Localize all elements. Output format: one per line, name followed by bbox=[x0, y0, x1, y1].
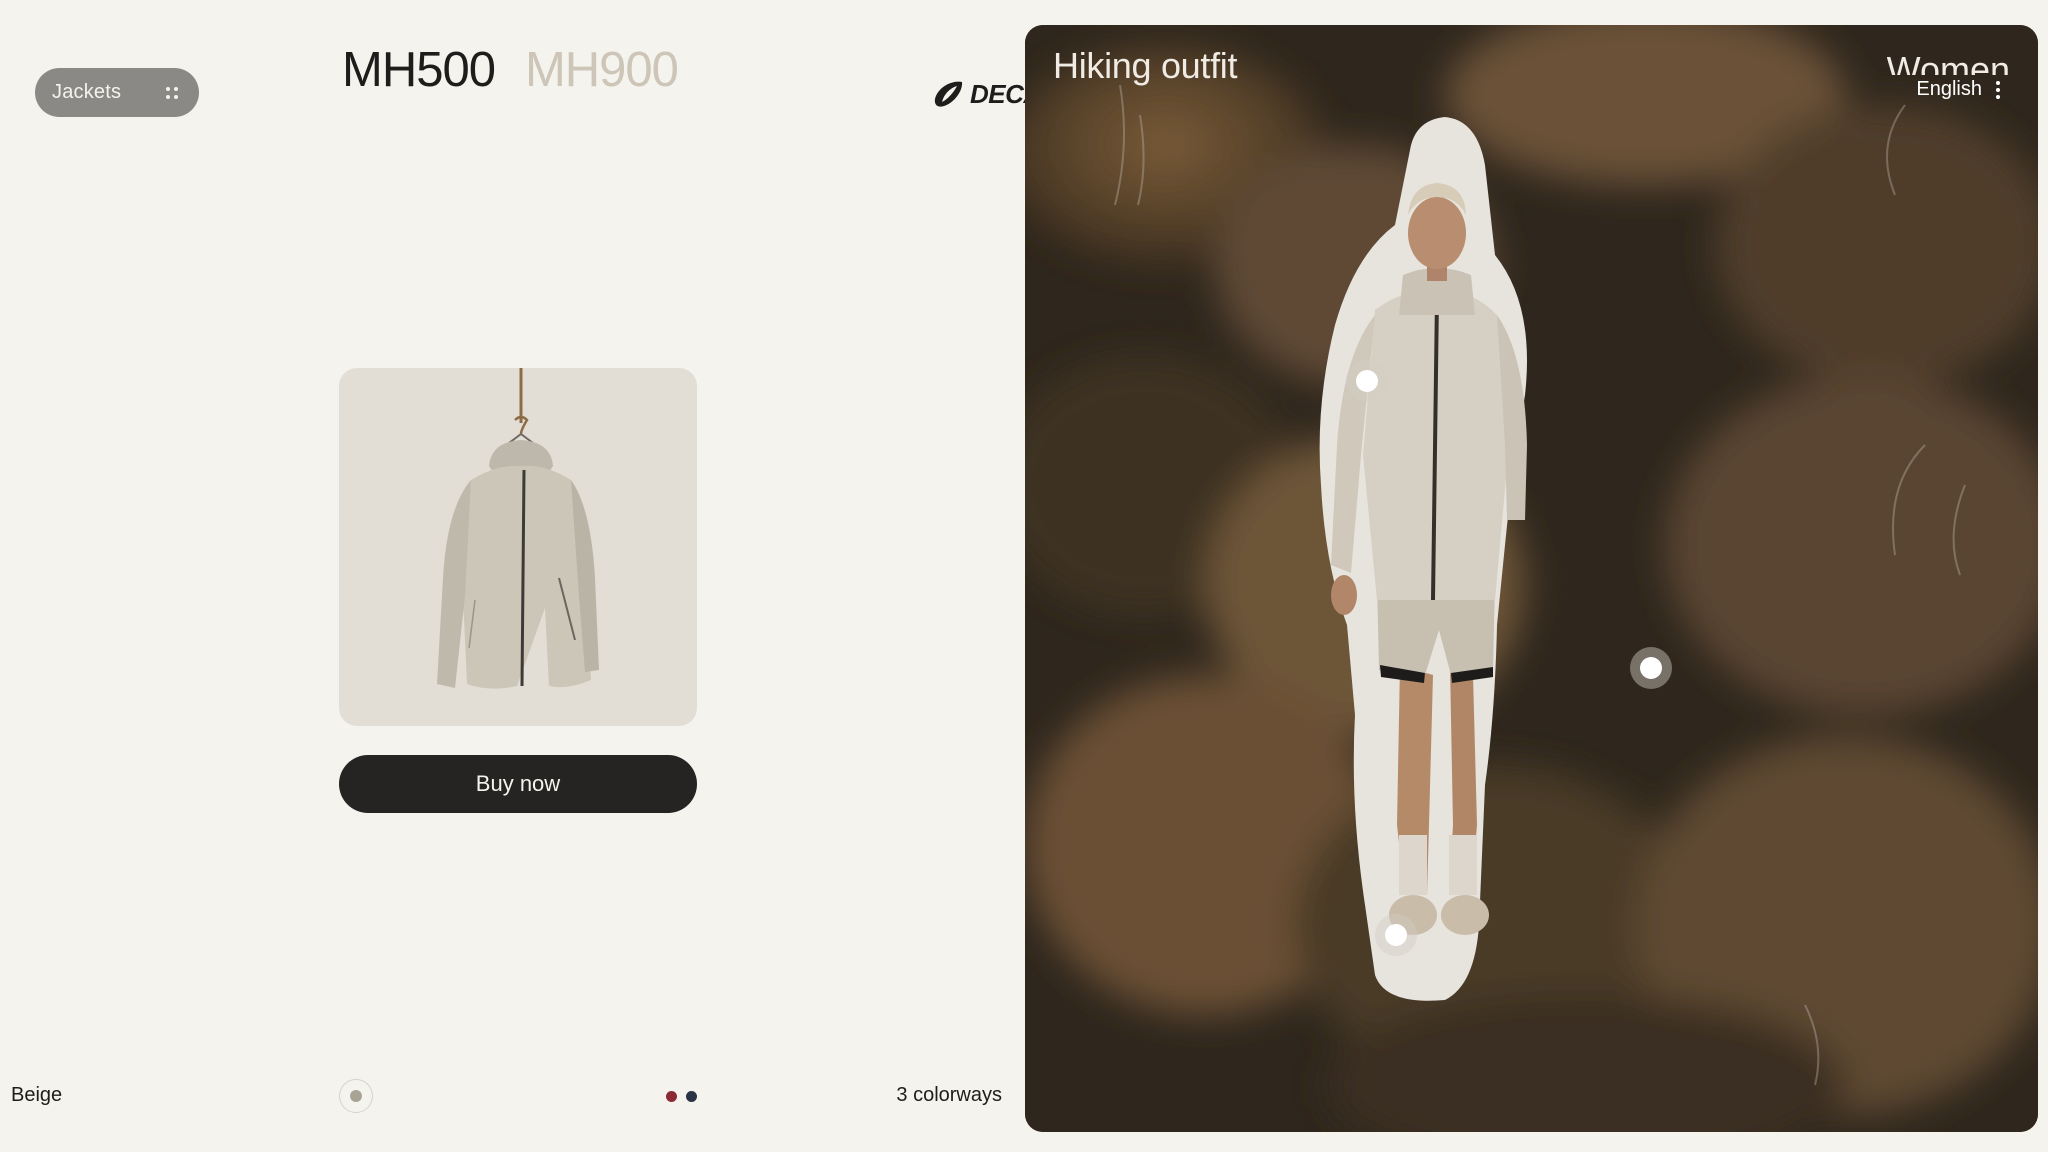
swatch-beige-fill bbox=[350, 1090, 362, 1102]
swatch-navy[interactable] bbox=[686, 1091, 697, 1102]
rock-background-image bbox=[1025, 25, 2038, 1132]
category-label: Jackets bbox=[52, 81, 122, 103]
more-options-icon[interactable] bbox=[1996, 80, 2000, 99]
swatch-beige[interactable] bbox=[339, 1079, 373, 1113]
hotspot-shoes[interactable] bbox=[1375, 914, 1417, 956]
gender-label[interactable]: Women bbox=[1887, 45, 2010, 75]
buy-now-button[interactable]: Buy now bbox=[339, 755, 697, 813]
hotspot-jacket[interactable] bbox=[1346, 360, 1388, 402]
hotspot-core bbox=[1640, 657, 1662, 679]
category-selector[interactable]: Jackets bbox=[35, 68, 199, 117]
model-tabs: MH500 MH900 bbox=[342, 40, 679, 100]
hotspot-shorts[interactable] bbox=[1630, 647, 1672, 689]
language-selector[interactable]: English bbox=[1916, 78, 2000, 101]
colorways-count: 3 colorways bbox=[896, 1084, 1002, 1106]
color-name: Beige bbox=[11, 1084, 63, 1106]
language-label: English bbox=[1916, 78, 1982, 100]
jacket-image bbox=[437, 368, 599, 689]
product-image[interactable] bbox=[339, 368, 697, 726]
hero-lookbook: Hiking outfit Women English bbox=[1025, 25, 2038, 1132]
brand-swoosh-icon bbox=[934, 81, 963, 107]
hero-title: Hiking outfit bbox=[1053, 45, 1238, 86]
tab-mh500[interactable]: MH500 bbox=[342, 40, 496, 100]
swatch-red[interactable] bbox=[666, 1091, 677, 1102]
dots-grid-icon bbox=[164, 85, 180, 101]
tab-mh900[interactable]: MH900 bbox=[525, 40, 679, 100]
hotspot-core bbox=[1385, 924, 1407, 946]
hotspot-core bbox=[1356, 370, 1378, 392]
